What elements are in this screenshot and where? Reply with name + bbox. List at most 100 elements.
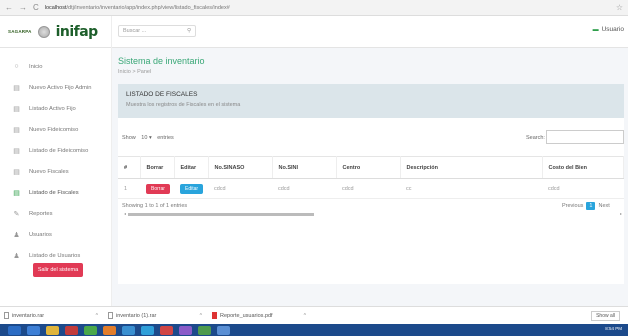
table-icon: ▤ xyxy=(13,147,20,155)
sidebar-item-label: Inicio xyxy=(29,63,43,70)
table-search-input[interactable] xyxy=(546,130,624,144)
sidebar-item-label: Nuevo Activo Fijo Admin xyxy=(29,84,92,91)
main-content: Sistema de inventario Inicio > Panel LIS… xyxy=(112,48,628,306)
os-taskbar: 8:54 PM xyxy=(0,324,628,336)
scroll-left-icon[interactable]: ◂ xyxy=(124,211,126,216)
download-item[interactable]: Reporte_usuarios.pdf ^ xyxy=(212,312,316,319)
table-row: 1 Borrar Editar cdcd cdcd cdcd cc cdcd xyxy=(118,178,624,199)
page-length-select[interactable]: 10 ▾ xyxy=(141,135,151,141)
page-title: Sistema de inventario xyxy=(118,56,205,66)
sidebar-item-label: Reportes xyxy=(29,210,53,217)
app-icon[interactable] xyxy=(160,325,173,335)
sidebar-item-usuarios[interactable]: ♟ Usuarios xyxy=(0,224,111,245)
next-button[interactable]: Next xyxy=(598,203,609,209)
sidebar-item-label: Listado Activo Fijo xyxy=(29,105,76,112)
sidebar-item-label: Nuevo Fiscales xyxy=(29,168,69,175)
col-header-sinaso[interactable]: No.SINASO xyxy=(208,156,273,179)
app-icon[interactable] xyxy=(103,325,116,335)
chevron-up-icon[interactable]: ^ xyxy=(200,313,202,319)
sagarpa-logo: SAGARPA xyxy=(8,28,32,34)
user-icon: ♟ xyxy=(13,231,20,239)
sidebar-item-listado-fideicomiso[interactable]: ▤ Listado de Fideicomiso xyxy=(0,140,111,161)
sidebar-item-label: Listado de Fiscales xyxy=(29,189,79,196)
scrollbar-thumb[interactable] xyxy=(128,213,314,216)
download-name: inventario.rar xyxy=(12,312,45,319)
app-icon[interactable] xyxy=(84,325,97,335)
download-name: inventario (1).rar xyxy=(116,312,157,319)
fiscales-table: # Borrar Editar No.SINASO No.SINI Centro… xyxy=(118,156,624,199)
sidebar-item-reportes[interactable]: ✎ Reportes xyxy=(0,203,111,224)
delete-button[interactable]: Borrar xyxy=(146,183,170,194)
search-icon[interactable]: ⚲ xyxy=(187,28,191,34)
app-icon[interactable] xyxy=(65,325,78,335)
previous-button[interactable]: Previous xyxy=(562,203,583,209)
sidebar-item-label: Listado de Usuarios xyxy=(29,252,81,259)
browser-chrome: ← → C localhost/dtj/inventario/inventari… xyxy=(0,0,628,16)
col-header-costo[interactable]: Costo del Bien xyxy=(542,156,624,179)
horizontal-scrollbar[interactable]: ◂ ▸ xyxy=(124,211,622,217)
sidebar-item-listado-activo[interactable]: ▤ Listado Activo Fijo xyxy=(0,98,111,119)
address-bar[interactable]: localhost/dtj/inventario/inventario/app/… xyxy=(45,5,610,11)
header-search-input[interactable]: Buscar ... ⚲ xyxy=(118,25,196,37)
folder-icon[interactable] xyxy=(46,325,59,335)
col-header-centro[interactable]: Centro xyxy=(336,156,401,179)
col-header-num[interactable]: # xyxy=(118,156,141,179)
breadcrumb[interactable]: Inicio > Panel xyxy=(118,69,151,75)
show-label: Show xyxy=(122,135,136,141)
ie-icon[interactable] xyxy=(27,325,40,335)
sidebar-item-inicio[interactable]: ○ Inicio xyxy=(0,56,111,77)
app-icon[interactable] xyxy=(217,325,230,335)
sidebar-item-listado-fiscales[interactable]: ▤ Listado de Fiscales xyxy=(0,182,111,203)
clock: 8:54 PM xyxy=(605,326,622,331)
chrome-icon[interactable] xyxy=(141,325,154,335)
brand[interactable]: SAGARPA inifap xyxy=(0,16,112,48)
table-icon: ▤ xyxy=(13,105,20,113)
forward-icon[interactable]: → xyxy=(19,3,27,12)
sidebar-item-nuevo-fiscales[interactable]: ▤ Nuevo Fiscales xyxy=(0,161,111,182)
app-header: SAGARPA inifap Buscar ... ⚲ ▬ Usuario xyxy=(0,16,628,48)
sidebar-item-label: Usuarios xyxy=(29,231,52,238)
col-header-descripcion[interactable]: Descripción xyxy=(400,156,543,179)
file-icon xyxy=(4,312,9,319)
cell-num: 1 xyxy=(118,178,140,199)
reload-icon[interactable]: C xyxy=(33,3,39,12)
cell-sini: cdcd xyxy=(272,178,336,199)
table-search-label: Search: xyxy=(526,135,545,141)
download-item[interactable]: inventario.rar ^ xyxy=(4,312,108,319)
home-icon: ○ xyxy=(14,63,19,70)
download-name: Reporte_usuarios.pdf xyxy=(220,312,273,319)
bookmark-star-icon[interactable]: ☆ xyxy=(616,3,623,12)
app-icon[interactable] xyxy=(198,325,211,335)
logout-button[interactable]: Salir del sistema xyxy=(33,263,83,277)
back-icon[interactable]: ← xyxy=(5,3,13,12)
user-menu[interactable]: ▬ Usuario xyxy=(593,26,624,33)
edit-button[interactable]: Editar xyxy=(180,183,204,194)
cell-descripcion: cc xyxy=(400,178,542,199)
scroll-right-icon[interactable]: ▸ xyxy=(620,211,622,216)
cell-delete: Borrar xyxy=(140,178,174,199)
user-label: Usuario xyxy=(601,26,624,33)
col-header-borrar[interactable]: Borrar xyxy=(140,156,175,179)
start-icon[interactable] xyxy=(8,325,21,335)
app-icon[interactable] xyxy=(122,325,135,335)
url-path: /dtj/inventario/inventario/app/index.php… xyxy=(66,4,230,11)
sidebar-item-nuevo-activo[interactable]: ▤ Nuevo Activo Fijo Admin xyxy=(0,77,111,98)
page-length-control: Show 10 ▾ entries xyxy=(122,135,174,141)
chevron-up-icon[interactable]: ^ xyxy=(304,313,306,319)
table-info: Showing 1 to 1 of 1 entries xyxy=(122,203,188,209)
page-button-1[interactable]: 1 xyxy=(586,202,596,210)
sidebar-item-label: Nuevo Fideicomiso xyxy=(29,126,79,133)
table-icon: ▤ xyxy=(13,84,20,92)
download-item[interactable]: inventario (1).rar ^ xyxy=(108,312,212,319)
chevron-up-icon[interactable]: ^ xyxy=(96,313,98,319)
cell-sinaso: cdcd xyxy=(208,178,272,199)
cell-edit: Editar xyxy=(174,178,208,199)
pdf-icon xyxy=(212,312,217,319)
show-all-button[interactable]: Show all xyxy=(591,311,620,321)
table-icon: ▤ xyxy=(13,189,20,197)
page-length-value: 10 xyxy=(141,135,148,141)
col-header-sini[interactable]: No.SINI xyxy=(272,156,337,179)
app-icon[interactable] xyxy=(179,325,192,335)
sidebar-item-nuevo-fideicomiso[interactable]: ▤ Nuevo Fideicomiso xyxy=(0,119,111,140)
col-header-editar[interactable]: Editar xyxy=(174,156,209,179)
